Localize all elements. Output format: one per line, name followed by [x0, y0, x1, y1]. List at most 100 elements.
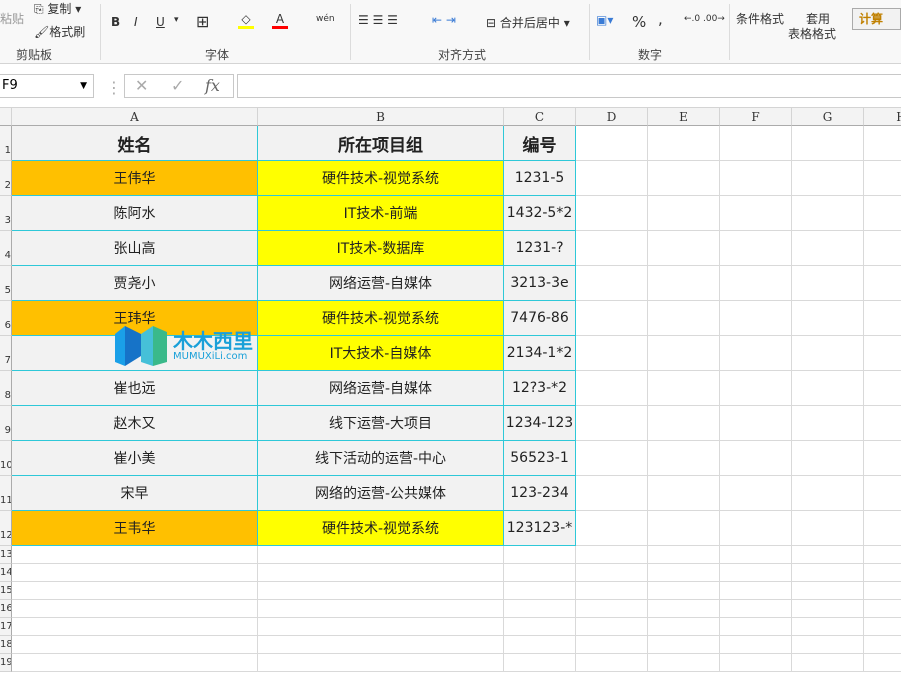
cell[interactable] [720, 231, 792, 266]
row-header-8[interactable]: 8 [0, 371, 12, 406]
row-header-11[interactable]: 11 [0, 476, 12, 511]
row-header-9[interactable]: 9 [0, 406, 12, 441]
column-header-D[interactable]: D [576, 108, 648, 126]
table-cell-group[interactable]: IT技术-前端 [258, 196, 504, 231]
column-header-G[interactable]: G [792, 108, 864, 126]
cell[interactable] [576, 618, 648, 636]
cell[interactable] [720, 266, 792, 301]
cell[interactable] [864, 636, 901, 654]
cell[interactable] [648, 476, 720, 511]
cell[interactable] [792, 406, 864, 441]
table-cell-id[interactable]: 2134-1*2 [504, 336, 576, 371]
cell[interactable] [258, 546, 504, 564]
cell[interactable] [864, 654, 901, 672]
cell[interactable] [504, 600, 576, 618]
table-cell-group[interactable]: 网络的运营-公共媒体 [258, 476, 504, 511]
cell[interactable] [576, 476, 648, 511]
cell[interactable] [258, 600, 504, 618]
cell[interactable] [12, 636, 258, 654]
cell[interactable] [12, 618, 258, 636]
cell[interactable] [864, 582, 901, 600]
table-cell-name[interactable]: 崔小美 [12, 441, 258, 476]
cell[interactable] [576, 161, 648, 196]
cell[interactable] [864, 618, 901, 636]
table-cell-group[interactable]: 硬件技术-视觉系统 [258, 161, 504, 196]
cell[interactable] [576, 441, 648, 476]
table-cell-group[interactable]: 网络运营-自媒体 [258, 371, 504, 406]
cell[interactable] [12, 546, 258, 564]
fx-icon[interactable]: fx [205, 75, 220, 97]
cell[interactable] [720, 476, 792, 511]
table-cell-name[interactable]: 贾尧小 [12, 266, 258, 301]
row-header-13[interactable]: 13 [0, 546, 12, 564]
cell[interactable] [576, 582, 648, 600]
chevron-down-icon[interactable]: ▾ [174, 15, 179, 25]
cell[interactable] [720, 301, 792, 336]
chevron-down-icon[interactable]: ▼ [80, 75, 87, 97]
table-cell-id[interactable]: 123-234 [504, 476, 576, 511]
table-cell-name[interactable]: 陈阿水 [12, 196, 258, 231]
cell[interactable] [258, 564, 504, 582]
cell[interactable] [504, 546, 576, 564]
table-cell-name[interactable]: 王韦华 [12, 511, 258, 546]
cell[interactable] [576, 600, 648, 618]
table-cell-group[interactable]: IT技术-数据库 [258, 231, 504, 266]
cell[interactable] [720, 371, 792, 406]
cell[interactable] [648, 371, 720, 406]
table-cell-group[interactable]: 线下运营-大项目 [258, 406, 504, 441]
cell[interactable] [258, 654, 504, 672]
cell[interactable] [576, 196, 648, 231]
cancel-icon[interactable]: ✕ [135, 75, 148, 97]
column-header-E[interactable]: E [648, 108, 720, 126]
cell[interactable] [864, 600, 901, 618]
cell[interactable] [720, 441, 792, 476]
cell[interactable] [648, 618, 720, 636]
row-header-12[interactable]: 12 [0, 511, 12, 546]
conditional-format-button[interactable]: 条件格式 [736, 10, 784, 27]
cell[interactable] [648, 600, 720, 618]
cell[interactable] [576, 511, 648, 546]
cell[interactable] [648, 266, 720, 301]
format-painter-button[interactable]: 🖌格式刷 [34, 23, 85, 40]
cell[interactable] [720, 564, 792, 582]
cell[interactable] [648, 511, 720, 546]
table-cell-id[interactable]: 1231-? [504, 231, 576, 266]
merge-center-button[interactable]: ⊟ 合并后居中 ▾ [486, 14, 570, 31]
cell[interactable] [258, 582, 504, 600]
table-cell-name[interactable]: 王伟华 [12, 161, 258, 196]
percent-button[interactable]: % [632, 13, 646, 31]
cell[interactable] [864, 546, 901, 564]
table-header-cell[interactable]: 所在项目组 [258, 126, 504, 161]
cell[interactable] [504, 618, 576, 636]
cell[interactable] [720, 336, 792, 371]
row-header-6[interactable]: 6 [0, 301, 12, 336]
cell[interactable] [258, 636, 504, 654]
cell[interactable] [792, 371, 864, 406]
column-header-F[interactable]: F [720, 108, 792, 126]
cell[interactable] [792, 301, 864, 336]
table-cell-id[interactable]: 12?3-*2 [504, 371, 576, 406]
table-cell-id[interactable]: 3213-3e [504, 266, 576, 301]
table-cell-name[interactable]: 崔也远 [12, 371, 258, 406]
cell[interactable] [648, 546, 720, 564]
cell[interactable] [792, 231, 864, 266]
row-header-7[interactable]: 7 [0, 336, 12, 371]
row-header-14[interactable]: 14 [0, 564, 12, 582]
cell[interactable] [792, 654, 864, 672]
cell[interactable] [504, 564, 576, 582]
cell[interactable] [504, 654, 576, 672]
name-box[interactable]: F9 ▼ [0, 74, 94, 98]
cell[interactable] [12, 654, 258, 672]
cell[interactable] [864, 564, 901, 582]
cell[interactable] [648, 231, 720, 266]
table-cell-id[interactable]: 123123-* [504, 511, 576, 546]
row-header-16[interactable]: 16 [0, 600, 12, 618]
cell[interactable] [864, 336, 901, 371]
cell[interactable] [720, 618, 792, 636]
select-all-corner[interactable] [0, 108, 12, 126]
table-cell-group[interactable]: 网络运营-自媒体 [258, 266, 504, 301]
cell[interactable] [720, 511, 792, 546]
cell[interactable] [792, 636, 864, 654]
row-header-4[interactable]: 4 [0, 231, 12, 266]
cell[interactable] [576, 406, 648, 441]
